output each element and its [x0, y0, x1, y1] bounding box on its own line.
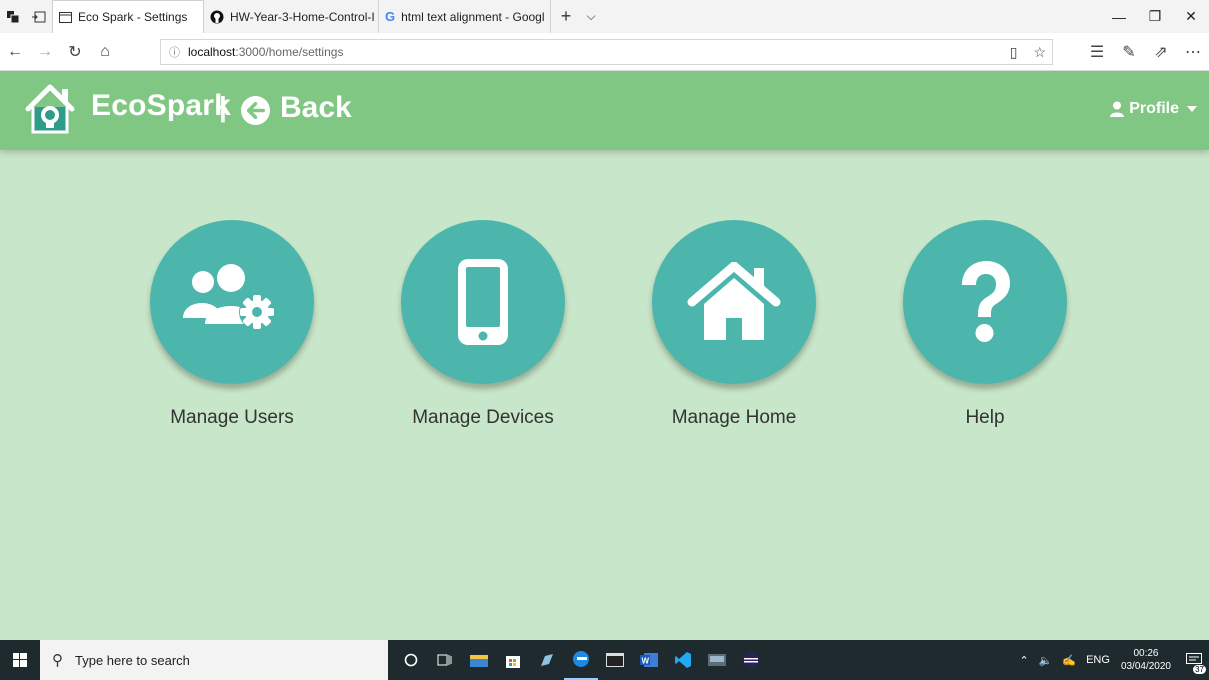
app-header: EcoSpark | Back Profile: [0, 71, 1209, 150]
clock-date: 03/04/2020: [1120, 661, 1171, 672]
url-input[interactable]: ⓘ localhost:3000/home/settings ▯ ☆: [160, 39, 1053, 65]
minimize-button[interactable]: —: [1101, 0, 1137, 33]
back-circle-arrow-icon[interactable]: [240, 95, 271, 126]
speaker-muted-icon[interactable]: 🔈: [1039, 654, 1053, 667]
brand-title[interactable]: EcoSpark: [91, 89, 231, 123]
user-icon: [1110, 101, 1125, 117]
ecospark-logo-icon[interactable]: [22, 82, 78, 138]
forward-arrow-icon[interactable]: →: [30, 33, 60, 71]
language-indicator[interactable]: ENG: [1086, 654, 1110, 666]
tile-help[interactable]: Help: [885, 220, 1085, 429]
back-link[interactable]: Back: [280, 91, 352, 125]
tile-manage-devices[interactable]: Manage Devices: [383, 220, 583, 429]
manage-devices-button[interactable]: [401, 220, 565, 384]
clock[interactable]: 00:26 03/04/2020: [1121, 647, 1171, 673]
pen-workspace-icon[interactable]: ✍: [1062, 654, 1076, 667]
eclipse-icon[interactable]: [734, 640, 768, 680]
caret-down-icon: [1187, 106, 1197, 112]
refresh-icon[interactable]: ↻: [60, 33, 90, 71]
set-tabs-aside-icon[interactable]: [26, 0, 52, 33]
close-window-button[interactable]: ✕: [1173, 0, 1209, 33]
terminal-icon[interactable]: [598, 640, 632, 680]
help-button[interactable]: [903, 220, 1067, 384]
tile-label: Manage Devices: [412, 407, 554, 428]
tile-manage-home[interactable]: Manage Home: [634, 220, 834, 429]
notification-count-badge: 37: [1193, 665, 1206, 674]
home-icon: [687, 262, 781, 340]
store-icon[interactable]: [496, 640, 530, 680]
tab-title: Eco Spark - Settings: [78, 10, 188, 24]
tab-google[interactable]: G html text alignment - Googl: [379, 0, 551, 33]
paint-3d-icon[interactable]: [530, 640, 564, 680]
browser-tab-strip: Eco Spark - Settings ✕ HW-Year-3-Home-Co…: [0, 0, 1209, 33]
mobile-phone-icon: [458, 259, 508, 345]
chevron-up-icon[interactable]: ⌃: [1019, 654, 1028, 667]
tab-list-chevron-icon[interactable]: ⌵: [581, 9, 601, 24]
google-icon: G: [385, 9, 396, 24]
control-panel-icon[interactable]: [700, 640, 734, 680]
pen-notes-icon[interactable]: ✎: [1113, 33, 1145, 71]
back-arrow-icon[interactable]: ←: [0, 33, 30, 71]
question-icon: [962, 261, 1010, 342]
tab-actions-icon[interactable]: [0, 0, 26, 33]
profile-dropdown[interactable]: Profile: [1109, 100, 1197, 118]
system-tray: ⌃ 🔈 ✍ ENG 00:26 03/04/2020 37: [1014, 640, 1209, 680]
address-toolbar: ← → ↻ ⌂ ⓘ localhost:3000/home/settings ▯…: [0, 33, 1209, 71]
tab-title: HW-Year-3-Home-Control-I: [230, 9, 375, 24]
favorites-list-icon[interactable]: ☰: [1081, 33, 1113, 71]
home-button-icon[interactable]: ⌂: [90, 33, 120, 71]
window-controls: — ❐ ✕: [1101, 0, 1209, 33]
edge-browser-icon[interactable]: [564, 640, 598, 680]
task-view-icon[interactable]: [428, 640, 462, 680]
more-menu-icon[interactable]: ⋯: [1177, 33, 1209, 71]
github-icon: [210, 10, 224, 24]
restore-button[interactable]: ❐: [1137, 0, 1173, 33]
manage-users-button[interactable]: [150, 220, 314, 384]
windows-start-icon[interactable]: [0, 640, 40, 680]
tile-label: Manage Users: [170, 407, 294, 428]
tab-eco-spark-settings[interactable]: Eco Spark - Settings ✕: [52, 0, 204, 33]
reading-view-icon[interactable]: ▯: [1010, 44, 1018, 61]
url-host: localhost: [188, 45, 236, 59]
info-icon[interactable]: ⓘ: [169, 44, 180, 60]
clock-time: 00:26: [1133, 648, 1159, 659]
manage-home-button[interactable]: [652, 220, 816, 384]
action-center-icon[interactable]: 37: [1179, 640, 1209, 680]
word-icon[interactable]: W: [632, 640, 666, 680]
new-tab-button[interactable]: +: [551, 6, 581, 27]
tile-label: Help: [965, 407, 1005, 428]
users-gear-icon: [183, 264, 275, 330]
tile-manage-users[interactable]: Manage Users: [132, 220, 332, 429]
tab-github[interactable]: HW-Year-3-Home-Control-I: [204, 0, 379, 33]
search-placeholder: Type here to search: [75, 652, 190, 668]
favorite-star-icon[interactable]: ☆: [1033, 44, 1046, 61]
cortana-icon[interactable]: [394, 640, 428, 680]
vscode-icon[interactable]: [666, 640, 700, 680]
header-separator: |: [219, 91, 227, 122]
search-icon: ⚲: [52, 652, 63, 669]
windows-taskbar: ⚲ Type here to search W ⌃ 🔈 ✍ ENG 00:26 …: [0, 640, 1209, 680]
tile-label: Manage Home: [671, 407, 797, 428]
share-icon[interactable]: ⇗: [1145, 33, 1177, 71]
url-path: :3000/home/settings: [235, 45, 344, 59]
profile-label: Profile: [1129, 100, 1179, 117]
file-explorer-icon[interactable]: [462, 640, 496, 680]
taskbar-search-input[interactable]: ⚲ Type here to search: [40, 640, 388, 680]
svg-text:W: W: [642, 657, 650, 666]
tab-title: html text alignment - Googl: [401, 9, 545, 24]
page-icon: [59, 10, 72, 24]
